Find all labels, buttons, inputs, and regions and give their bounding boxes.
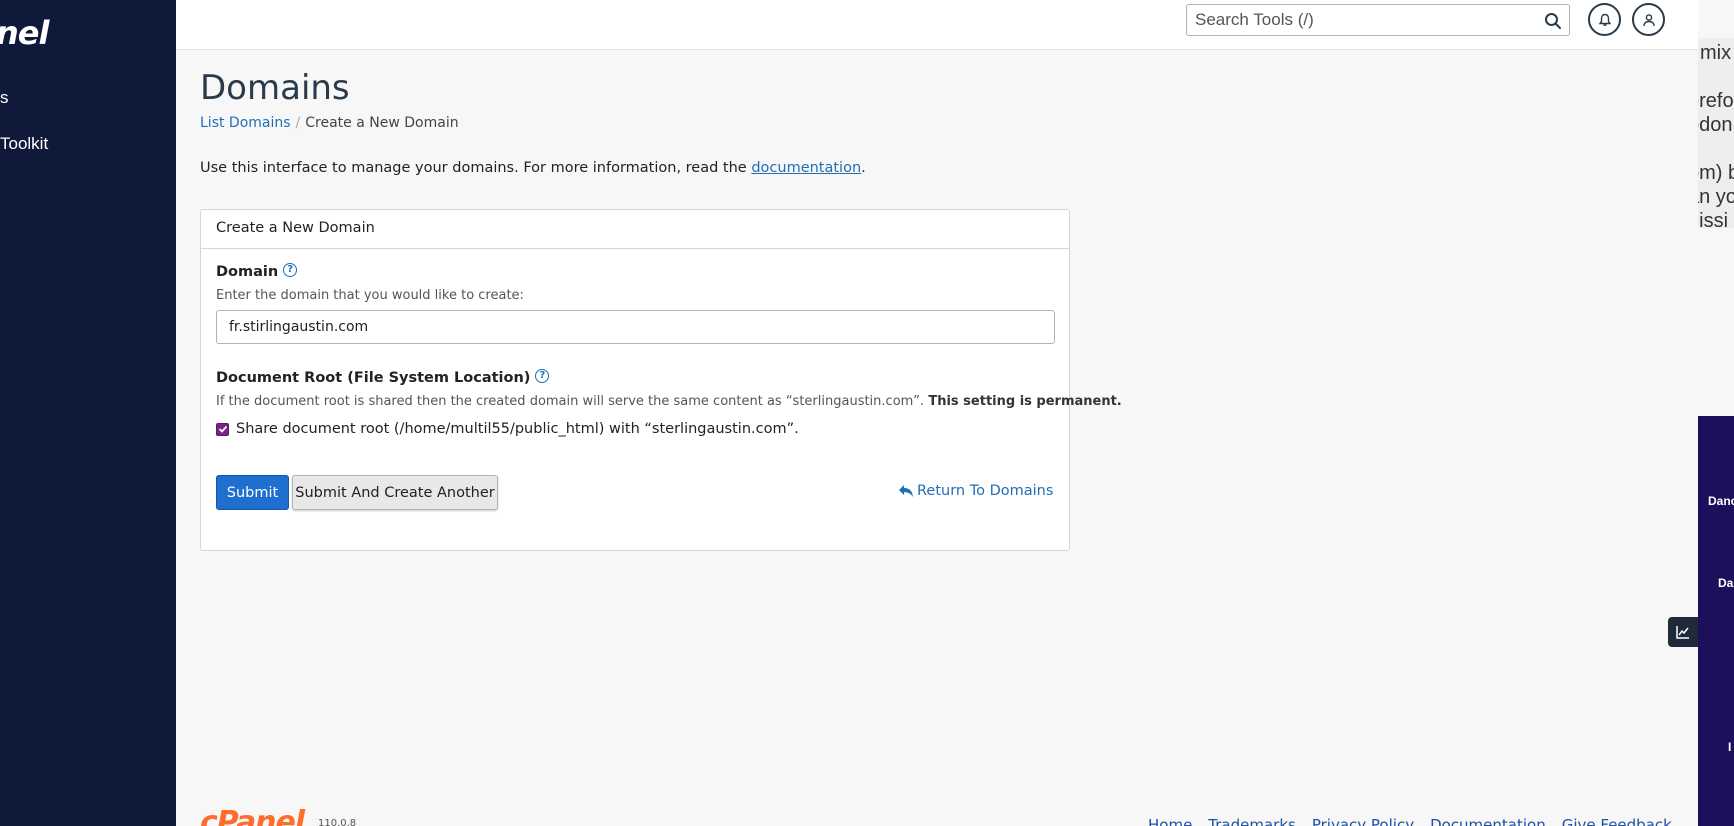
- docroot-permanent-note: This setting is permanent.: [928, 394, 1122, 409]
- domain-label-row: Domain?: [216, 263, 298, 280]
- sidebar: nel s Toolkit: [0, 0, 176, 826]
- overlay-dark-line: Danc: [1708, 494, 1734, 508]
- intro-period: .: [861, 160, 866, 176]
- footer-link-give-feedback[interactable]: Give Feedback: [1562, 816, 1672, 826]
- footer-link-trademarks[interactable]: Trademarks: [1208, 816, 1296, 826]
- checkmark-icon: [218, 425, 227, 433]
- share-docroot-checkbox[interactable]: [216, 422, 229, 436]
- search-input[interactable]: [1195, 8, 1535, 32]
- breadcrumb-separator: /: [295, 115, 301, 131]
- submit-and-create-another-button[interactable]: Submit And Create Another: [292, 475, 498, 510]
- footer-link-privacy-policy[interactable]: Privacy Policy: [1312, 816, 1414, 826]
- overlay-dark-line: Da: [1718, 576, 1734, 590]
- notifications-button[interactable]: [1588, 3, 1621, 36]
- page-title: Domains: [200, 68, 350, 108]
- top-header: [176, 0, 1698, 50]
- create-domain-panel: Create a New Domain Domain? Enter the do…: [200, 209, 1122, 551]
- return-to-domains-link[interactable]: Return To Domains: [898, 483, 1053, 499]
- share-docroot-label[interactable]: Share document root (/home/multil55/publ…: [236, 421, 799, 437]
- sidebar-logo[interactable]: nel: [0, 14, 49, 52]
- overlay-line: nissi: [1698, 210, 1729, 228]
- search-icon[interactable]: [1543, 11, 1563, 31]
- overlay-line: erefo: [1698, 90, 1734, 112]
- search-box: [1186, 4, 1570, 36]
- docroot-help-icon[interactable]: ?: [535, 369, 550, 383]
- return-to-domains-label[interactable]: Return To Domains: [917, 483, 1053, 499]
- footer-link-documentation[interactable]: Documentation: [1430, 816, 1546, 826]
- overlay-panel: mix erefo odon om) b an yo nissi: [1698, 38, 1734, 228]
- overlay-line: om) b: [1698, 162, 1734, 184]
- intro-text: Use this interface to manage your domain…: [200, 160, 866, 176]
- breadcrumb-current: Create a New Domain: [305, 115, 459, 131]
- docroot-help-text: If the document root is shared then the …: [216, 394, 1122, 409]
- overlay-line: odon: [1698, 114, 1733, 136]
- overlay-line: mix: [1700, 42, 1732, 64]
- domain-help-icon[interactable]: ?: [283, 263, 298, 277]
- domain-input[interactable]: [216, 310, 1055, 344]
- docroot-label: Document Root (File System Location): [216, 370, 531, 386]
- documentation-link[interactable]: documentation: [751, 160, 861, 176]
- chart-line-icon: [1676, 626, 1689, 639]
- domain-label: Domain: [216, 264, 279, 280]
- sidebar-item-toolkit[interactable]: Toolkit: [0, 134, 48, 154]
- footer-links: Home Trademarks Privacy Policy Documenta…: [1148, 816, 1672, 826]
- docroot-help-sentence: If the document root is shared then the …: [216, 394, 925, 409]
- domain-help-text: Enter the domain that you would like to …: [216, 288, 524, 303]
- share-docroot-row: Share document root (/home/multil55/publ…: [216, 421, 799, 437]
- reply-arrow-icon: [899, 485, 913, 497]
- panel-heading: Create a New Domain: [201, 210, 1069, 249]
- intro-sentence: Use this interface to manage your domain…: [200, 160, 752, 176]
- overlay-dark-panel: Danc Da I: [1698, 416, 1734, 826]
- breadcrumb: List Domains / Create a New Domain: [200, 115, 459, 131]
- overlay-dark-line: I: [1728, 740, 1732, 754]
- footer-link-home[interactable]: Home: [1148, 816, 1192, 826]
- docroot-label-row: Document Root (File System Location)?: [216, 369, 550, 386]
- breadcrumb-list-domains-link[interactable]: List Domains: [200, 115, 291, 131]
- bell-icon: [1598, 13, 1611, 26]
- footer-version: 110.0.8: [318, 818, 357, 826]
- submit-button[interactable]: Submit: [216, 475, 289, 510]
- footer-cpanel-logo: cPanel: [200, 805, 305, 826]
- analytics-tab[interactable]: [1668, 617, 1698, 647]
- sidebar-item-tools[interactable]: s: [0, 88, 9, 108]
- user-icon: [1642, 13, 1655, 26]
- user-menu-button[interactable]: [1632, 3, 1665, 36]
- overlay-line: an yo: [1698, 186, 1734, 208]
